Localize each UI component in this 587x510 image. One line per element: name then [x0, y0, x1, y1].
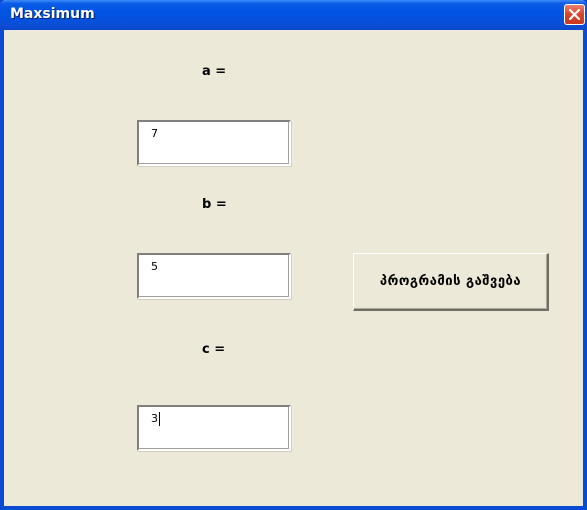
input-b[interactable]: 5 [137, 253, 291, 299]
close-icon [569, 9, 580, 20]
label-c: c = [202, 342, 226, 357]
run-program-button[interactable]: პროგრამის გაშვება [353, 253, 549, 311]
input-a[interactable]: 7 [137, 120, 291, 166]
close-button[interactable] [564, 4, 585, 25]
label-a: a = [202, 64, 227, 79]
input-c[interactable]: 3 [137, 405, 291, 451]
text-caret [159, 412, 160, 426]
input-c-value: 3 [151, 412, 158, 425]
title-bar[interactable]: Maxsimum [0, 0, 587, 30]
window-title: Maxsimum [10, 6, 95, 22]
app-window: Maxsimum a = 7 b = 5 c = 3 პროგრამის გაშ… [0, 0, 587, 510]
input-b-value: 5 [151, 260, 158, 273]
input-a-value: 7 [151, 127, 158, 140]
label-b: b = [202, 197, 227, 212]
